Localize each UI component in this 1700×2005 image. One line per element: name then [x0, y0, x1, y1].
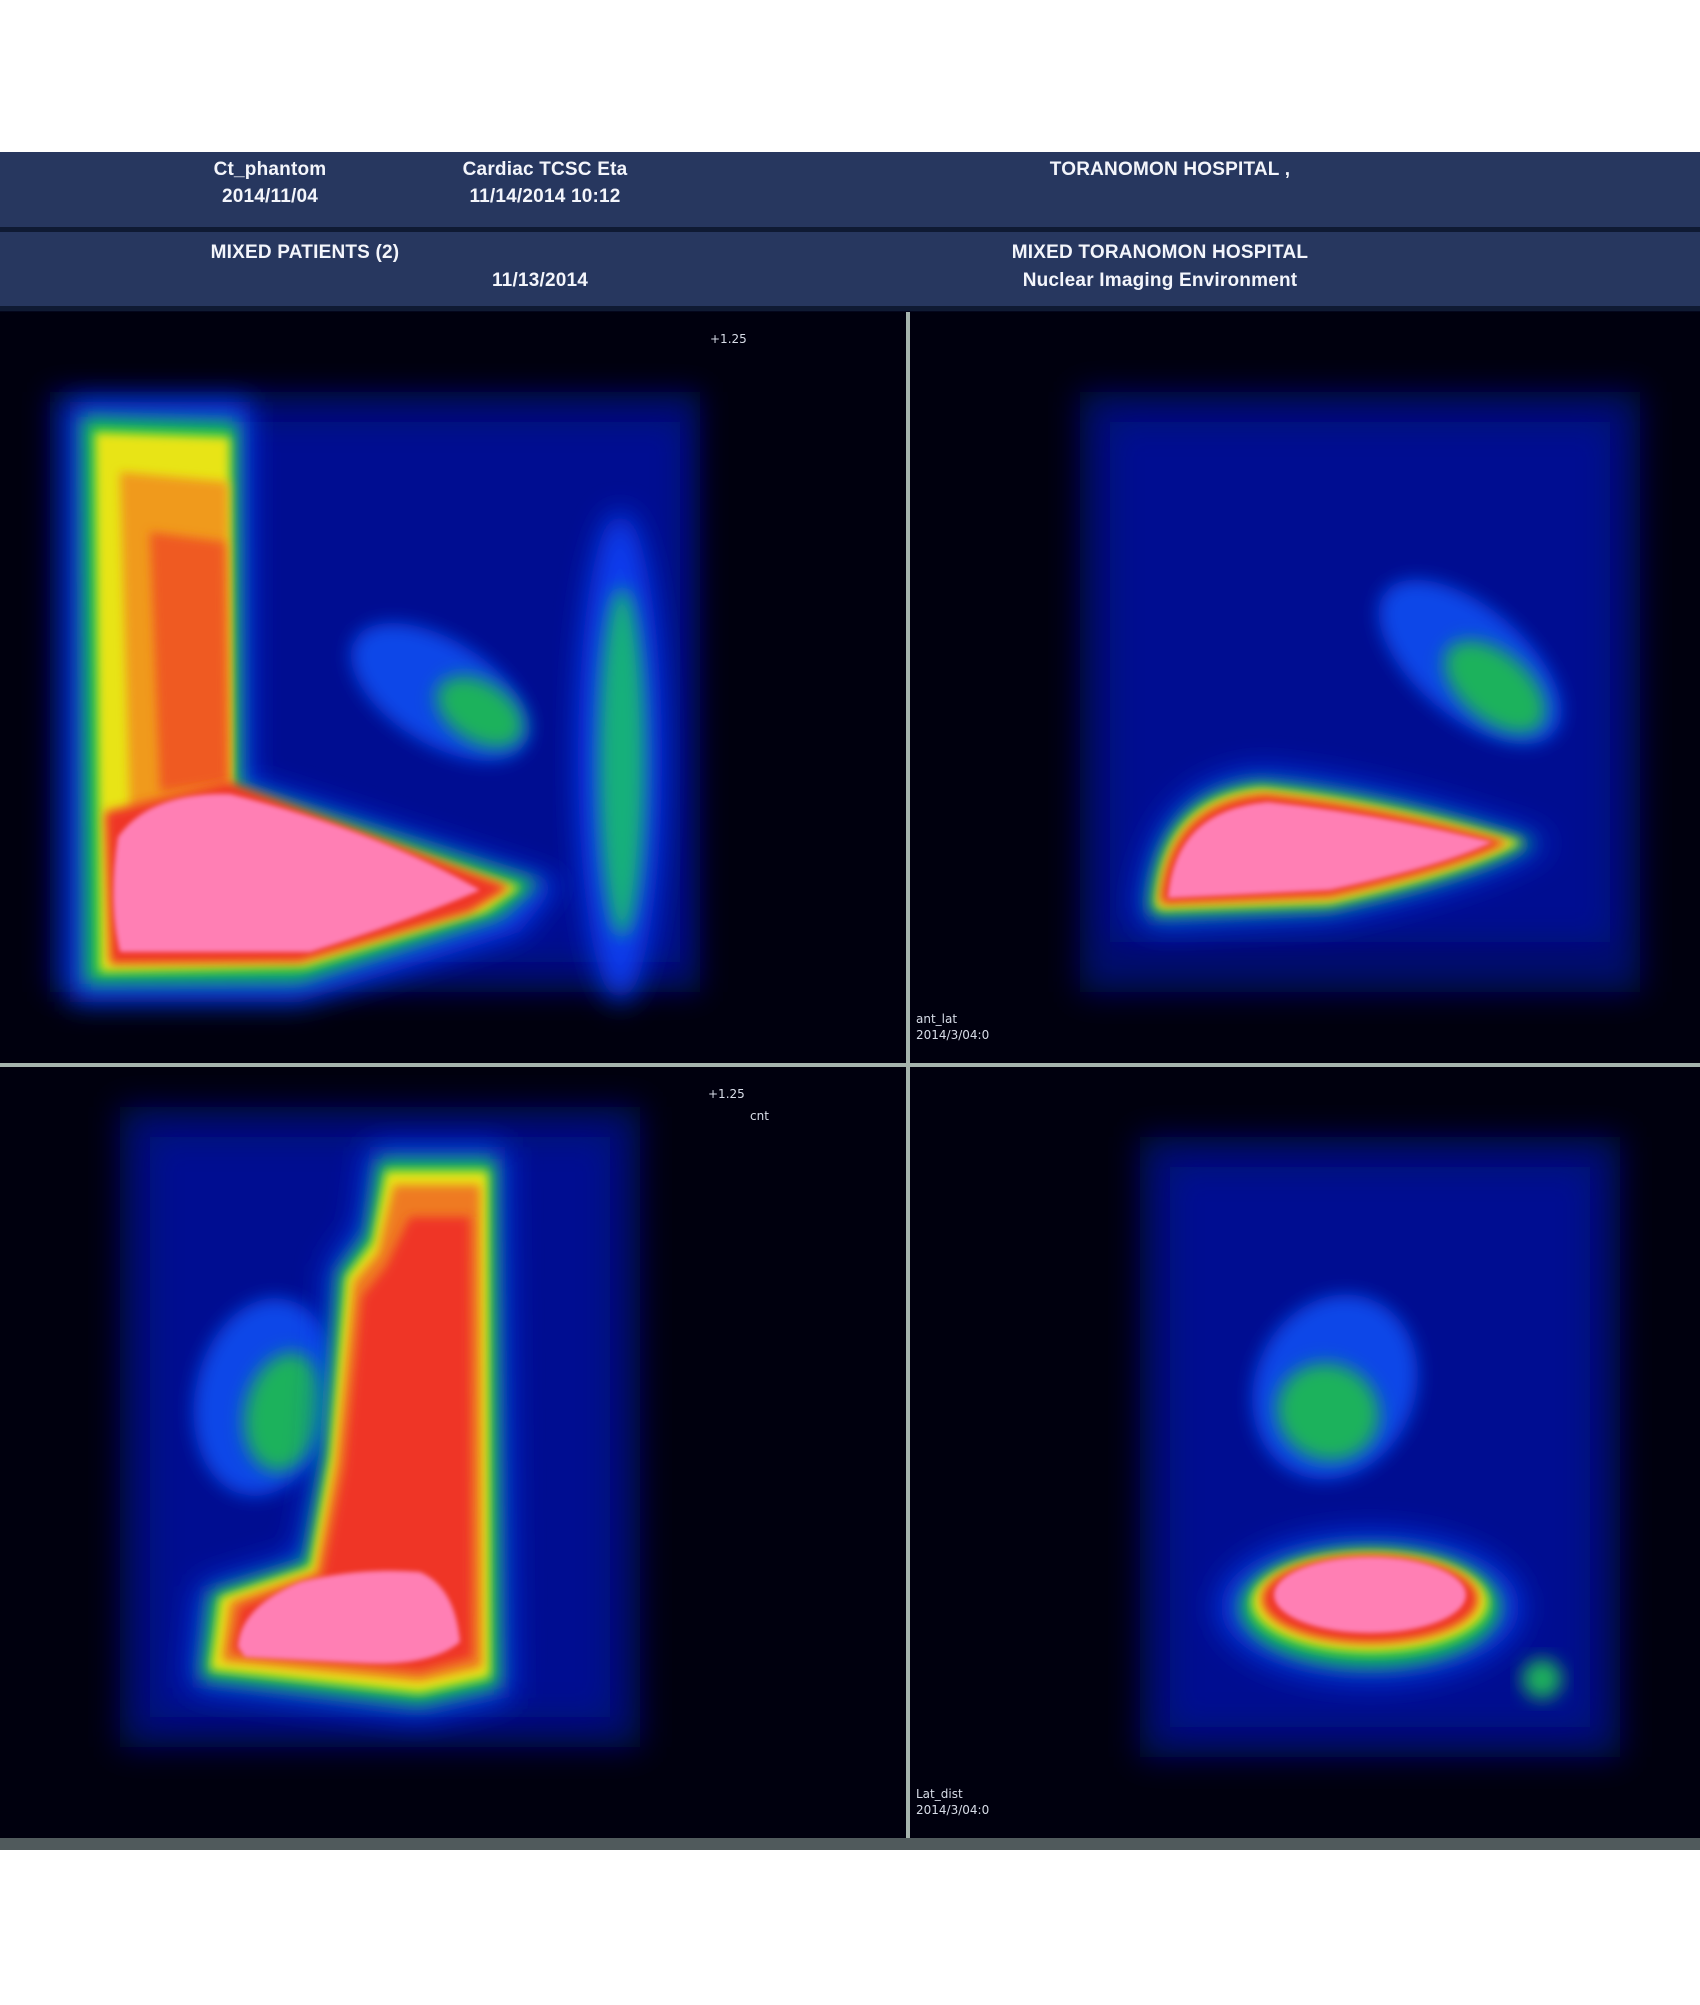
- top-right-view-name: ant_lat: [916, 1012, 958, 1026]
- viewport-top-left[interactable]: +1.25: [0, 312, 906, 1063]
- study-info-header: Ct_phantom 2014/11/04 Cardiac TCSC Eta 1…: [0, 152, 1700, 232]
- top-right-view-date: 2014/3/04:0: [916, 1028, 990, 1042]
- scan-image-lateral: [1140, 1137, 1620, 1757]
- group-date: 11/13/2014: [491, 270, 589, 291]
- patient-name: Ct_phantom: [213, 159, 327, 180]
- scan-image-anterior-lateral: [1080, 392, 1640, 992]
- bottom-status-bar: [0, 1838, 1700, 1850]
- viewport-divider-horizontal[interactable]: [0, 1063, 1700, 1067]
- patient-id: 2014/11/04: [221, 186, 319, 207]
- bottom-right-view-name: Lat_dist: [916, 1787, 963, 1801]
- department-name: Nuclear Imaging Environment: [1022, 270, 1298, 291]
- scan-image-anterior: [50, 392, 700, 1002]
- group-name: MIXED PATIENTS (2): [210, 242, 400, 263]
- viewport-top-right[interactable]: ant_lat 2014/3/04:0: [910, 312, 1700, 1063]
- group-info-header: MIXED PATIENTS (2) 11/13/2014 MIXED TORA…: [0, 232, 1700, 311]
- study-datetime: 11/14/2014 10:12: [469, 186, 621, 207]
- top-left-corner-label: +1.25: [710, 332, 747, 346]
- image-grid: +1.25 ant_lat 2014/3/04:0 +1.25 cnt Lat_…: [0, 312, 1700, 1838]
- study-name: Cardiac TCSC Eta: [462, 159, 628, 180]
- viewport-divider-vertical[interactable]: [906, 312, 910, 1838]
- bottom-left-corner-label: +1.25: [708, 1087, 745, 1101]
- viewport-bottom-right[interactable]: Lat_dist 2014/3/04:0: [910, 1067, 1700, 1838]
- institution-name: TORANOMON HOSPITAL ,: [1049, 159, 1291, 180]
- viewport-bottom-left[interactable]: +1.25 cnt: [0, 1067, 906, 1838]
- scan-image-posterior: [120, 1107, 640, 1747]
- bottom-left-corner-label-2: cnt: [750, 1109, 769, 1123]
- nuclear-image-viewer: Ct_phantom 2014/11/04 Cardiac TCSC Eta 1…: [0, 152, 1700, 1850]
- bottom-right-view-date: 2014/3/04:0: [916, 1803, 990, 1817]
- site-name: MIXED TORANOMON HOSPITAL: [1011, 242, 1309, 263]
